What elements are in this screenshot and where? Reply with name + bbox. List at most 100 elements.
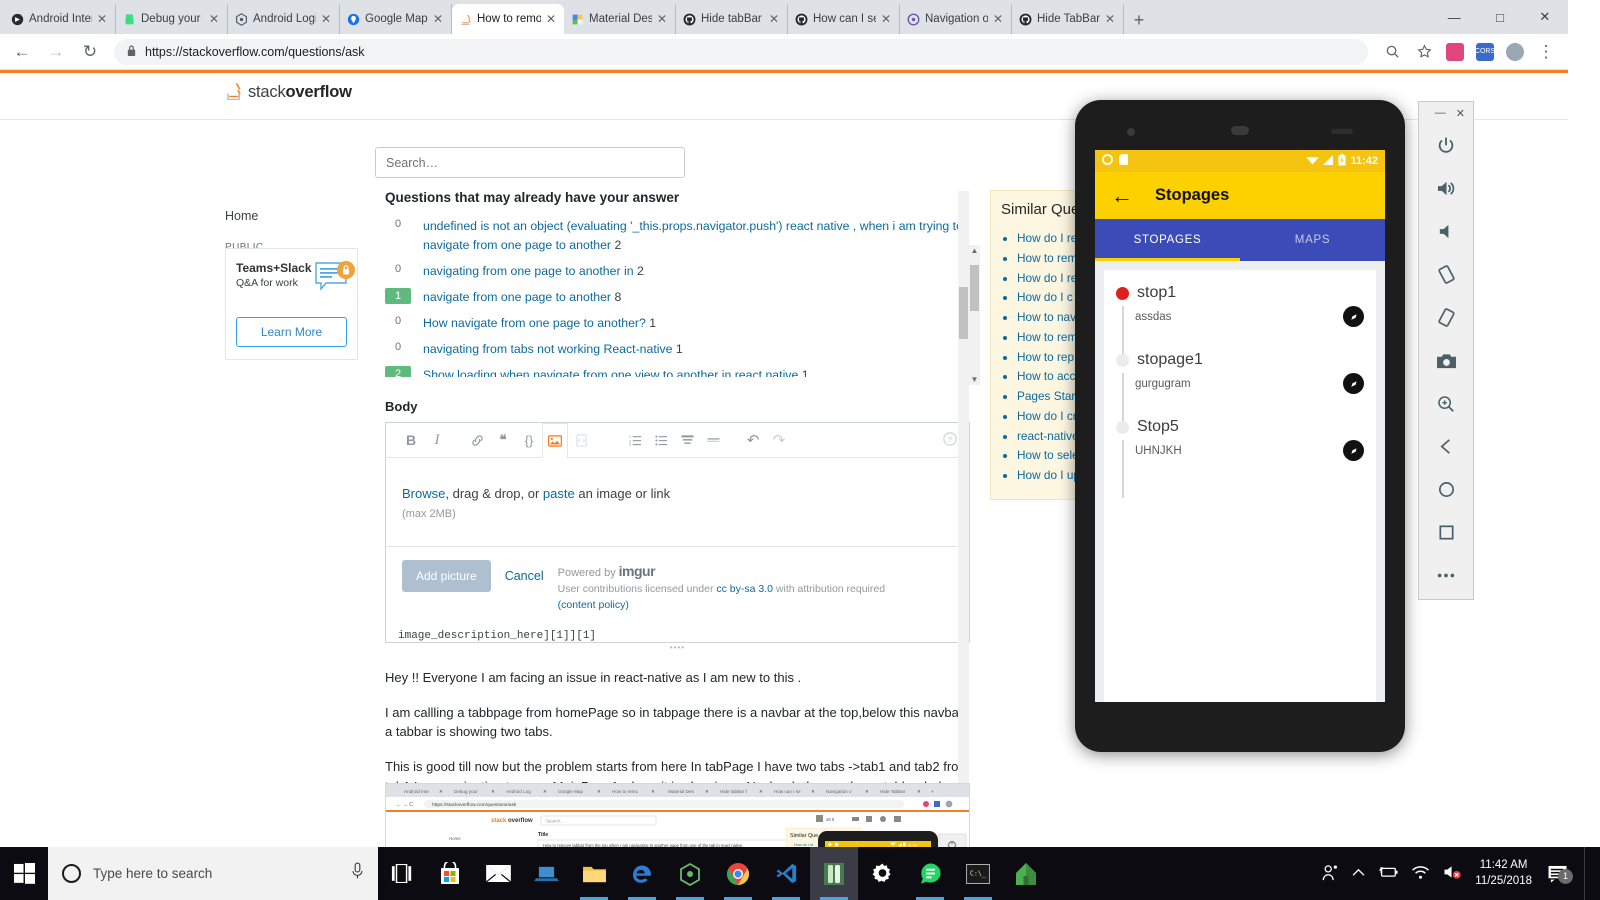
navigate-icon[interactable] <box>1343 373 1364 394</box>
browser-tab[interactable]: Debug your a ✕ <box>116 4 228 34</box>
stackoverflow-logo[interactable]: stackoverflow <box>225 82 352 102</box>
action-center-icon[interactable]: 1 <box>1545 865 1571 883</box>
emulator-icon[interactable] <box>810 847 858 900</box>
paste-link[interactable]: paste <box>543 486 575 501</box>
tab-maps[interactable]: MAPS <box>1240 219 1385 261</box>
browser-tab[interactable]: Hide tabBar f ✕ <box>676 4 788 34</box>
numbered-list-icon[interactable]: 123 <box>622 423 648 457</box>
browser-tab[interactable]: Navigation o ✕ <box>900 4 1012 34</box>
screenshot-camera-icon[interactable] <box>1419 339 1473 382</box>
related-question-row[interactable]: 0 undefined is not an object (evaluating… <box>385 217 970 255</box>
question-link[interactable]: navigating from tabs not working React-n… <box>423 340 683 359</box>
volume-down-icon[interactable] <box>1419 210 1473 253</box>
laptop-icon[interactable] <box>522 847 570 900</box>
kebab-menu-icon[interactable]: ⋮ <box>1536 42 1556 62</box>
editor-resize-grip[interactable]: •••• <box>385 643 970 652</box>
power-icon[interactable] <box>1419 124 1473 167</box>
rotate-left-icon[interactable] <box>1419 253 1473 296</box>
browser-tab[interactable]: Hide TabBar f ✕ <box>1012 4 1124 34</box>
heading-icon[interactable] <box>674 423 700 457</box>
chrome-icon[interactable] <box>714 847 762 900</box>
embedded-screenshot-preview[interactable]: Android InteDebug yourAndroid LogGoogle … <box>385 783 970 847</box>
italic-icon[interactable]: I <box>424 423 450 457</box>
microphone-icon[interactable] <box>351 862 364 885</box>
extension-puzzle-icon[interactable] <box>1446 43 1464 61</box>
emulator-screen[interactable]: 11:42 ← Stopages STOPAGES MAPS stop1 <box>1095 150 1385 702</box>
edge-icon[interactable] <box>618 847 666 900</box>
file-explorer-icon[interactable] <box>570 847 618 900</box>
minimize-button[interactable]: — <box>1448 10 1461 25</box>
reload-button[interactable]: ↻ <box>80 42 100 62</box>
close-icon[interactable]: ✕ <box>97 13 109 25</box>
question-link[interactable]: navigating from one page to another in 2 <box>423 262 644 281</box>
close-icon[interactable]: ✕ <box>433 13 445 25</box>
volume-muted-icon[interactable] <box>1443 864 1462 883</box>
browser-tab-active[interactable]: How to remo ✕ <box>452 4 564 34</box>
home-button-icon[interactable] <box>1419 468 1473 511</box>
close-icon[interactable]: ✕ <box>209 13 221 25</box>
close-icon[interactable]: ✕ <box>1105 13 1117 25</box>
close-icon[interactable]: ✕ <box>546 13 558 25</box>
related-question-row[interactable]: 0 navigating from one page to another in… <box>385 262 970 281</box>
question-link[interactable]: undefined is not an object (evaluating '… <box>423 217 970 255</box>
navigate-icon[interactable] <box>1343 306 1364 327</box>
scrollbar-thumb[interactable] <box>959 287 968 339</box>
link-icon[interactable] <box>464 423 490 457</box>
clock[interactable]: 11:42 AM 11/25/2018 <box>1475 858 1532 889</box>
terminal-icon[interactable]: C:\_ <box>954 847 1002 900</box>
learn-more-button[interactable]: Learn More <box>236 317 347 347</box>
show-desktop-button[interactable] <box>1584 847 1592 900</box>
whatsapp-icon[interactable] <box>906 847 954 900</box>
question-link[interactable]: Show loading when navigate from one view… <box>423 366 809 377</box>
related-question-row[interactable]: 2 Show loading when navigate from one vi… <box>385 366 970 377</box>
microsoft-store-icon[interactable] <box>426 847 474 900</box>
home-app-icon[interactable] <box>1002 847 1050 900</box>
back-button-icon[interactable] <box>1419 425 1473 468</box>
close-icon[interactable]: ✕ <box>993 13 1005 25</box>
sidebar-item-home[interactable]: Home <box>225 202 365 230</box>
redo-icon[interactable]: ↷ <box>766 423 792 457</box>
close-button[interactable]: ✕ <box>1456 107 1465 120</box>
search-input[interactable]: Type here to search <box>48 847 378 900</box>
related-question-row[interactable]: 1 navigate from one page to another 8 <box>385 288 970 307</box>
quote-icon[interactable]: ❝ <box>490 423 516 457</box>
related-questions-scrollbar[interactable]: ▲ ▼ <box>969 245 980 385</box>
scroll-down-arrow[interactable]: ▼ <box>969 374 980 385</box>
image-icon[interactable] <box>542 423 568 459</box>
android-studio-icon[interactable] <box>666 847 714 900</box>
minimize-button[interactable]: — <box>1435 107 1446 119</box>
search-icon[interactable] <box>1382 42 1402 62</box>
people-icon[interactable] <box>1321 864 1339 884</box>
browse-link[interactable]: Browse <box>402 486 445 501</box>
related-question-row[interactable]: 0 navigating from tabs not working React… <box>385 340 970 359</box>
browser-tab[interactable]: Google Maps ✕ <box>340 4 452 34</box>
navigate-icon[interactable] <box>1343 440 1364 461</box>
more-options-icon[interactable] <box>1419 554 1473 597</box>
battery-icon[interactable] <box>1378 865 1398 882</box>
teams-slack-ad[interactable]: Teams+Slack Q&A for work Learn More <box>225 248 358 360</box>
browser-tab[interactable]: Android Logi ✕ <box>228 4 340 34</box>
star-icon[interactable] <box>1414 42 1434 62</box>
close-icon[interactable]: ✕ <box>657 13 669 25</box>
cors-extension-icon[interactable]: CORS <box>1476 43 1494 61</box>
question-link[interactable]: How navigate from one page to another? 1 <box>423 314 656 333</box>
zoom-icon[interactable] <box>1419 382 1473 425</box>
show-hidden-icon[interactable] <box>1352 868 1365 880</box>
close-icon[interactable]: ✕ <box>881 13 893 25</box>
document-icon[interactable] <box>568 423 594 457</box>
settings-gear-icon[interactable] <box>858 847 906 900</box>
close-icon[interactable]: ✕ <box>769 13 781 25</box>
maximize-button[interactable]: □ <box>1496 10 1504 25</box>
list-item[interactable]: Stop5 UHNJKH <box>1116 418 1364 461</box>
back-button[interactable]: ← <box>12 42 32 62</box>
tab-stopages[interactable]: STOPAGES <box>1095 219 1240 261</box>
undo-icon[interactable]: ↶ <box>740 423 766 457</box>
related-question-row[interactable]: 0 How navigate from one page to another?… <box>385 314 970 333</box>
code-icon[interactable]: {} <box>516 423 542 457</box>
add-picture-button[interactable]: Add picture <box>402 560 491 592</box>
cancel-button[interactable]: Cancel <box>505 560 544 583</box>
scroll-up-arrow[interactable]: ▲ <box>969 245 980 256</box>
search-input[interactable]: Search… <box>375 147 685 178</box>
editor-help-icon[interactable]: ? <box>943 432 957 449</box>
task-view-icon[interactable] <box>378 847 426 900</box>
